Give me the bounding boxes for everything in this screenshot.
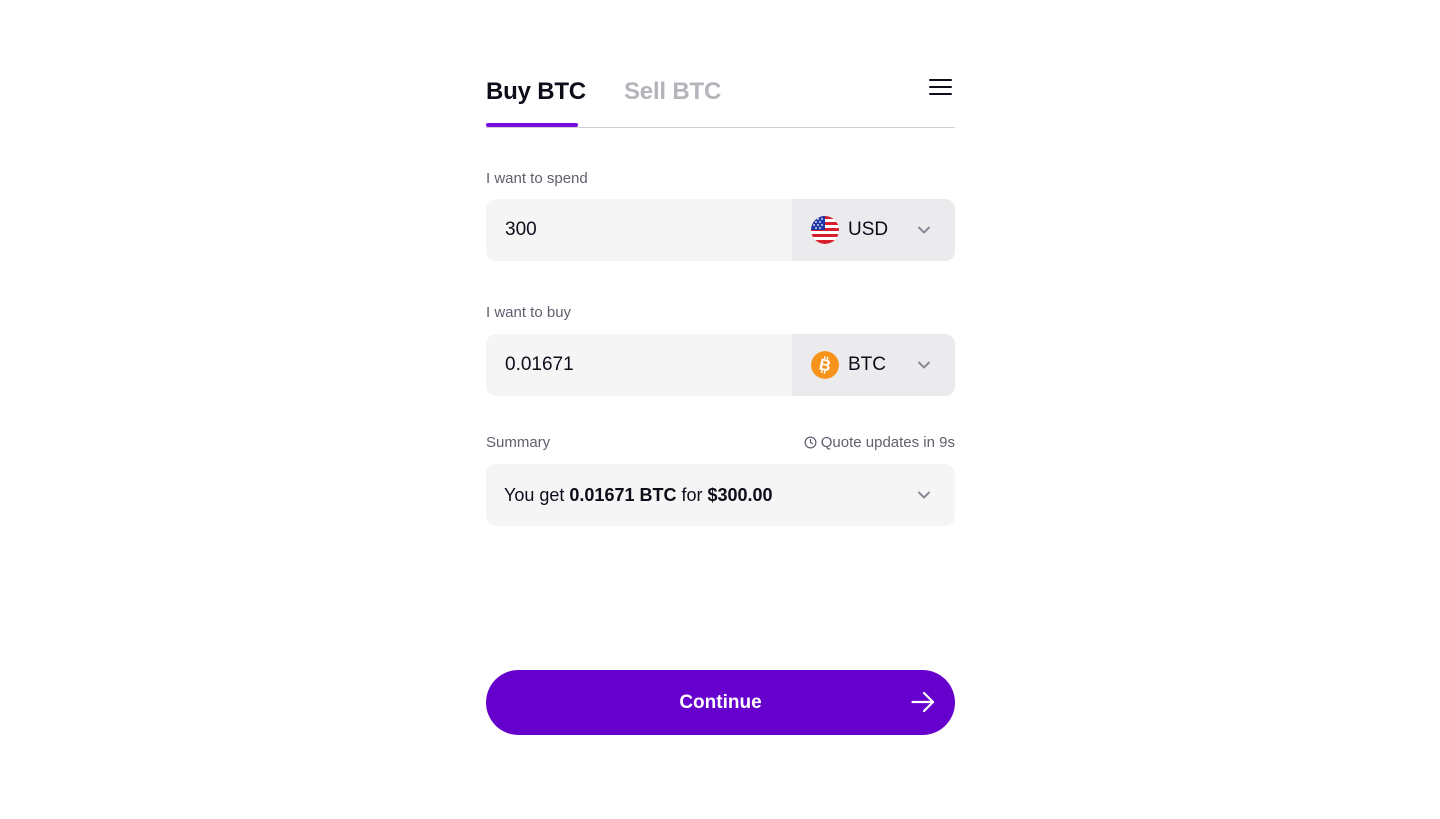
summary-prefix: You get (504, 485, 570, 505)
continue-label: Continue (679, 692, 762, 713)
chevron-down-icon (918, 226, 930, 234)
spend-amount-input[interactable]: 300 (486, 199, 792, 261)
us-flag-icon (811, 216, 839, 244)
buy-label: I want to buy (486, 304, 572, 321)
hamburger-menu-icon[interactable] (929, 79, 953, 99)
continue-button[interactable]: Continue (486, 670, 955, 735)
buy-currency-select[interactable]: B BTC (792, 334, 955, 396)
chevron-down-icon (918, 361, 930, 369)
buy-field: 0.01671 B BTC (486, 334, 955, 396)
clock-icon (804, 436, 817, 449)
bitcoin-icon: B (811, 351, 839, 379)
tab-buy-btc[interactable]: Buy BTC (486, 78, 586, 106)
summary-text: You get 0.01671 BTC for $300.00 (504, 464, 773, 526)
quote-timer-text: Quote updates in 9s (820, 434, 955, 451)
tab-bar: Buy BTC Sell BTC (486, 72, 955, 128)
chevron-down-icon (918, 491, 930, 499)
summary-crypto-amount: 0.01671 BTC (569, 485, 677, 505)
buy-currency-code: BTC (848, 354, 886, 375)
summary-dropdown[interactable]: You get 0.01671 BTC for $300.00 (486, 464, 955, 526)
spend-currency-code: USD (848, 219, 889, 240)
arrow-right-icon (911, 691, 935, 713)
spend-label: I want to spend (486, 170, 588, 187)
summary-fiat-amount: $300.00 (707, 485, 773, 505)
spend-field: 300 USD (486, 199, 955, 261)
summary-label: Summary (486, 434, 551, 451)
buy-sell-widget: Buy BTC Sell BTC I want to spend 300 USD… (486, 0, 955, 819)
tab-sell-btc[interactable]: Sell BTC (624, 78, 721, 106)
summary-header: Summary Quote updates in 9s (486, 434, 955, 454)
summary-middle: for (676, 485, 708, 505)
active-tab-indicator (486, 123, 578, 127)
quote-timer: Quote updates in 9s (804, 434, 955, 451)
spend-currency-select[interactable]: USD (792, 199, 955, 261)
buy-amount-input[interactable]: 0.01671 (486, 334, 792, 396)
